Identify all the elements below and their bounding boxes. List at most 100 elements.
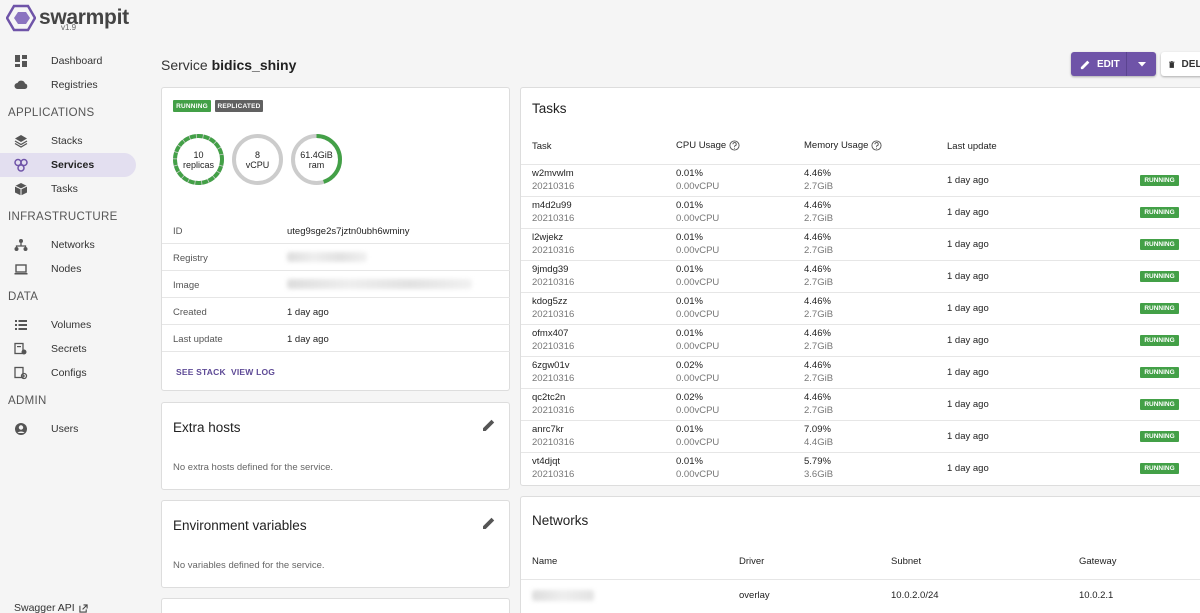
task-cell-memory: 4.46% 2.7GiB <box>804 232 833 257</box>
info-key: Last update <box>173 334 223 345</box>
layers-icon <box>14 134 28 148</box>
task-row[interactable]: kdog5zz 20210316 0.01% 0.00vCPU 4.46% 2.7GiB 1… <box>521 292 1200 324</box>
help-icon[interactable] <box>729 140 740 151</box>
summary-actions: SEE STACK VIEW LOG <box>162 351 510 391</box>
sidebar-item-networks[interactable]: Networks <box>0 233 136 257</box>
sidebar-item-configs[interactable]: Configs <box>0 361 136 385</box>
task-last-update: 1 day ago <box>947 335 989 346</box>
section-applications: APPLICATIONS <box>8 107 95 119</box>
task-cell-cpu: 0.01% 0.00vCPU <box>676 168 719 193</box>
edit-button-group: EDIT <box>1071 52 1156 76</box>
delete-button[interactable]: DELETE <box>1161 52 1200 76</box>
service-summary-card: RUNNING REPLICATED 10 replicas 8 vCPU 61… <box>161 87 510 391</box>
edit-dropdown-button[interactable] <box>1127 61 1156 67</box>
task-vcpu: 0.00vCPU <box>676 276 720 288</box>
task-mem-percent: 4.46% <box>804 296 831 307</box>
task-row[interactable]: 6zgw01v 20210316 0.02% 0.00vCPU 4.46% 2.7GiB 1… <box>521 356 1200 388</box>
edit-button-label: EDIT <box>1097 58 1120 70</box>
sidebar-item-secrets[interactable]: Secrets <box>0 337 136 361</box>
pencil-icon <box>1080 60 1090 69</box>
image-value-redacted <box>287 279 472 289</box>
tasks-col-memory-label: Memory Usage <box>804 140 869 151</box>
task-date: 20210316 <box>532 180 575 192</box>
task-last-update: 1 day ago <box>947 271 989 282</box>
task-cpu-percent: 0.01% <box>676 296 703 307</box>
sidebar-item-tasks[interactable]: Tasks <box>0 177 136 201</box>
edit-extra-hosts-icon[interactable] <box>482 418 496 432</box>
info-row-last-update: Last update 1 day ago <box>162 324 510 351</box>
task-cell-cpu: 0.01% 0.00vCPU <box>676 456 719 481</box>
networks-col-driver: Driver <box>739 556 765 567</box>
task-mem-size: 2.7GiB <box>804 244 834 256</box>
task-mem-size: 2.7GiB <box>804 180 834 192</box>
sidebar-item-registries[interactable]: Registries <box>0 73 136 97</box>
task-name: ofmx407 <box>532 328 569 339</box>
task-vcpu: 0.00vCPU <box>676 244 720 256</box>
task-mem-percent: 4.46% <box>804 168 831 179</box>
task-mem-size: 2.7GiB <box>804 308 834 320</box>
task-row[interactable]: 9jmdg39 20210316 0.01% 0.00vCPU 4.46% 2.7GiB 1… <box>521 260 1200 292</box>
task-status-badge: RUNNING <box>1140 335 1179 346</box>
task-last-update: 1 day ago <box>947 367 989 378</box>
sidebar-item-label: Users <box>51 423 79 435</box>
task-mem-size: 2.7GiB <box>804 372 834 384</box>
networks-card: Networks Name Driver Subnet Gateway over… <box>520 496 1200 613</box>
sidebar-item-nodes[interactable]: Nodes <box>0 257 136 281</box>
task-cell-cpu: 0.01% 0.00vCPU <box>676 328 719 353</box>
task-mem-percent: 4.46% <box>804 328 831 339</box>
service-name: bidics_shiny <box>211 57 297 73</box>
sidebar-item-services[interactable]: Services <box>0 153 136 177</box>
sidebar-item-users[interactable]: Users <box>0 417 136 441</box>
task-mem-percent: 4.46% <box>804 264 831 275</box>
replicas-unit: replicas <box>182 160 214 170</box>
task-date: 20210316 <box>532 244 575 256</box>
task-mem-percent: 4.46% <box>804 360 831 371</box>
task-name: 6zgw01v <box>532 360 570 371</box>
user-icon <box>14 422 28 436</box>
tasks-col-cpu-label: CPU Usage <box>676 140 727 151</box>
sidebar-item-dashboard[interactable]: Dashboard <box>0 49 136 73</box>
task-row[interactable]: m4d2u99 20210316 0.01% 0.00vCPU 4.46% 2.7GiB 1… <box>521 196 1200 228</box>
laptop-icon <box>14 262 28 276</box>
task-row[interactable]: qc2tc2n 20210316 0.02% 0.00vCPU 4.46% 2.7GiB 1… <box>521 388 1200 420</box>
task-row[interactable]: anrc7kr 20210316 0.01% 0.00vCPU 7.09% 4.4GiB 1… <box>521 420 1200 452</box>
task-cell-name: m4d2u99 20210316 <box>532 200 574 225</box>
configs-icon <box>14 366 28 380</box>
info-key: Registry <box>173 253 208 264</box>
task-row[interactable]: w2mvwlm 20210316 0.01% 0.00vCPU 4.46% 2.7GiB 1… <box>521 164 1200 196</box>
info-key: ID <box>173 226 183 237</box>
task-mem-percent: 4.46% <box>804 392 831 403</box>
task-row[interactable]: l2wjekz 20210316 0.01% 0.00vCPU 4.46% 2.7GiB 1… <box>521 228 1200 260</box>
sidebar-item-label: Networks <box>51 239 95 251</box>
task-status-badge: RUNNING <box>1140 175 1179 186</box>
info-row-id: ID uteg9sge2s7jztn0ubh6wminy <box>162 217 510 244</box>
task-name: kdog5zz <box>532 296 568 307</box>
sidebar-item-volumes[interactable]: Volumes <box>0 313 136 337</box>
networks-col-gateway: Gateway <box>1079 556 1117 567</box>
task-row[interactable]: vt4djqt 20210316 0.01% 0.00vCPU 5.79% 3.6GiB 1… <box>521 452 1200 484</box>
task-last-update: 1 day ago <box>947 207 989 218</box>
edit-env-vars-icon[interactable] <box>482 516 496 530</box>
cube-icon <box>14 182 28 196</box>
task-cell-memory: 4.46% 2.7GiB <box>804 296 833 321</box>
sidebar-item-label: Services <box>51 159 95 171</box>
page-title-prefix: Service <box>161 57 208 73</box>
caret-down-icon <box>1137 61 1146 66</box>
see-stack-button[interactable]: SEE STACK <box>176 367 226 377</box>
swagger-api-link[interactable]: Swagger API <box>14 602 88 613</box>
network-row[interactable]: overlay 10.0.2.0/24 10.0.2.1 <box>521 579 1200 611</box>
task-cpu-percent: 0.01% <box>676 456 703 467</box>
view-log-button[interactable]: VIEW LOG <box>231 367 275 377</box>
task-mem-size: 2.7GiB <box>804 404 834 416</box>
task-cell-name: anrc7kr 20210316 <box>532 424 574 449</box>
trash-icon <box>1169 60 1175 68</box>
task-status-badge: RUNNING <box>1140 431 1179 442</box>
task-row[interactable]: ofmx407 20210316 0.01% 0.00vCPU 4.46% 2.7GiB 1… <box>521 324 1200 356</box>
edit-button[interactable]: EDIT <box>1071 52 1127 76</box>
task-mem-percent: 5.79% <box>804 456 831 467</box>
task-cell-cpu: 0.01% 0.00vCPU <box>676 424 719 449</box>
last-update-value: 1 day ago <box>287 334 329 345</box>
help-icon[interactable] <box>871 140 882 151</box>
sidebar-item-stacks[interactable]: Stacks <box>0 129 136 153</box>
task-status-badge: RUNNING <box>1140 271 1179 282</box>
